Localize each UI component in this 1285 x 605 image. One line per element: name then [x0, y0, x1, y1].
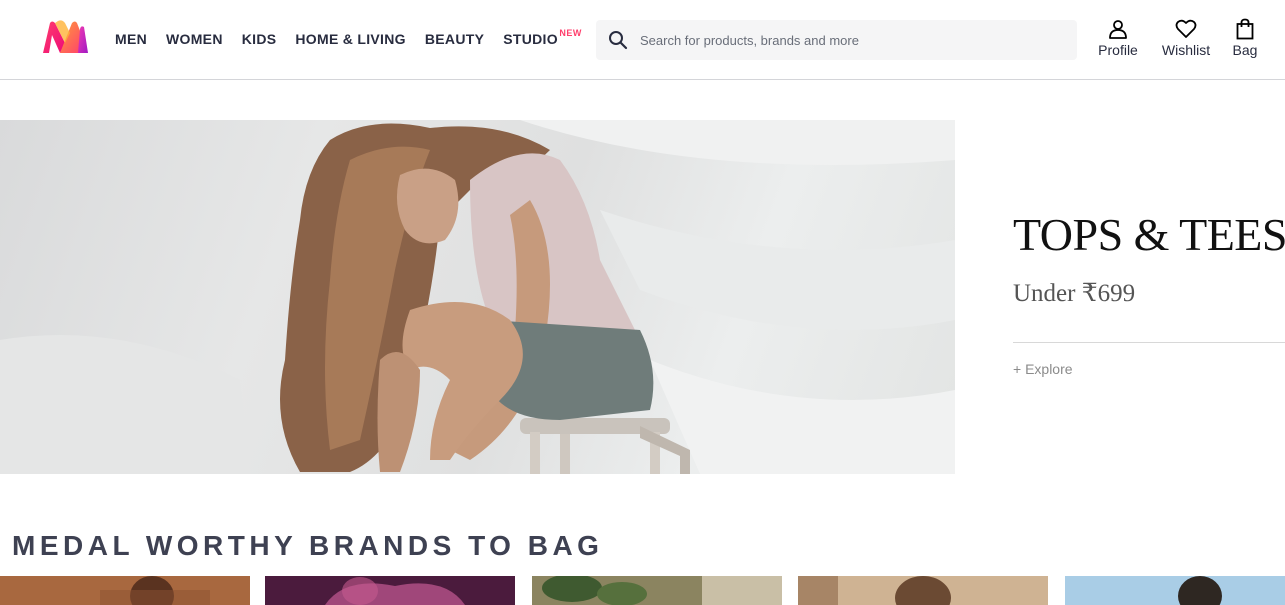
- nav-beauty-label: BEAUTY: [424, 31, 485, 47]
- nav-men-label: MEN: [115, 31, 148, 47]
- profile-label: Profile: [1098, 42, 1138, 58]
- banner-text: TOPS & TEES Under ₹699 + Explore: [1013, 120, 1285, 474]
- nav-kids-label: KIDS: [241, 31, 277, 47]
- search-icon[interactable]: [596, 20, 640, 60]
- nav-home-living[interactable]: HOME & LIVING: [295, 0, 405, 78]
- main-nav: MEN WOMEN KIDS HOME & LIVING BEAUTY STUD…: [115, 0, 581, 78]
- header-actions: Profile Wishlist Bag: [1083, 18, 1285, 58]
- new-badge: NEW: [559, 28, 582, 38]
- profile-button[interactable]: Profile: [1083, 18, 1153, 58]
- brand-card-5[interactable]: [1065, 576, 1285, 605]
- search-bar: [596, 20, 1077, 60]
- banner-title: TOPS & TEES: [1013, 209, 1285, 260]
- bag-icon: [1233, 18, 1257, 40]
- bag-label: Bag: [1232, 42, 1258, 58]
- header: MEN WOMEN KIDS HOME & LIVING BEAUTY STUD…: [0, 0, 1285, 80]
- banner-subtitle: Under ₹699: [1013, 280, 1136, 307]
- bag-button[interactable]: Bag: [1219, 18, 1271, 58]
- banner-image: [0, 120, 955, 474]
- brand-card-4[interactable]: [798, 576, 1048, 605]
- hero-banner[interactable]: TOPS & TEES Under ₹699 + Explore: [0, 120, 1285, 474]
- banner-divider: [1013, 342, 1285, 343]
- myntra-logo[interactable]: [40, 19, 90, 55]
- heart-icon: [1174, 18, 1198, 40]
- nav-men[interactable]: MEN: [115, 0, 147, 78]
- brand-card-3[interactable]: [532, 576, 782, 605]
- nav-studio[interactable]: STUDIO NEW: [503, 0, 581, 78]
- nav-women-label: WOMEN: [166, 31, 223, 47]
- brand-card-2[interactable]: [265, 576, 515, 605]
- nav-kids[interactable]: KIDS: [242, 0, 277, 78]
- explore-link[interactable]: + Explore: [1013, 361, 1073, 377]
- nav-women[interactable]: WOMEN: [166, 0, 223, 78]
- wishlist-button[interactable]: Wishlist: [1153, 18, 1219, 58]
- person-icon: [1106, 18, 1130, 40]
- nav-home-living-label: HOME & LIVING: [295, 31, 406, 47]
- nav-studio-label: STUDIO: [503, 31, 558, 47]
- nav-beauty[interactable]: BEAUTY: [425, 0, 484, 78]
- brand-card-1[interactable]: [0, 576, 250, 605]
- section-title: MEDAL WORTHY BRANDS TO BAG: [12, 530, 604, 561]
- brand-carousel: [0, 576, 1285, 605]
- search-input[interactable]: [640, 20, 1060, 60]
- wishlist-label: Wishlist: [1161, 42, 1211, 58]
